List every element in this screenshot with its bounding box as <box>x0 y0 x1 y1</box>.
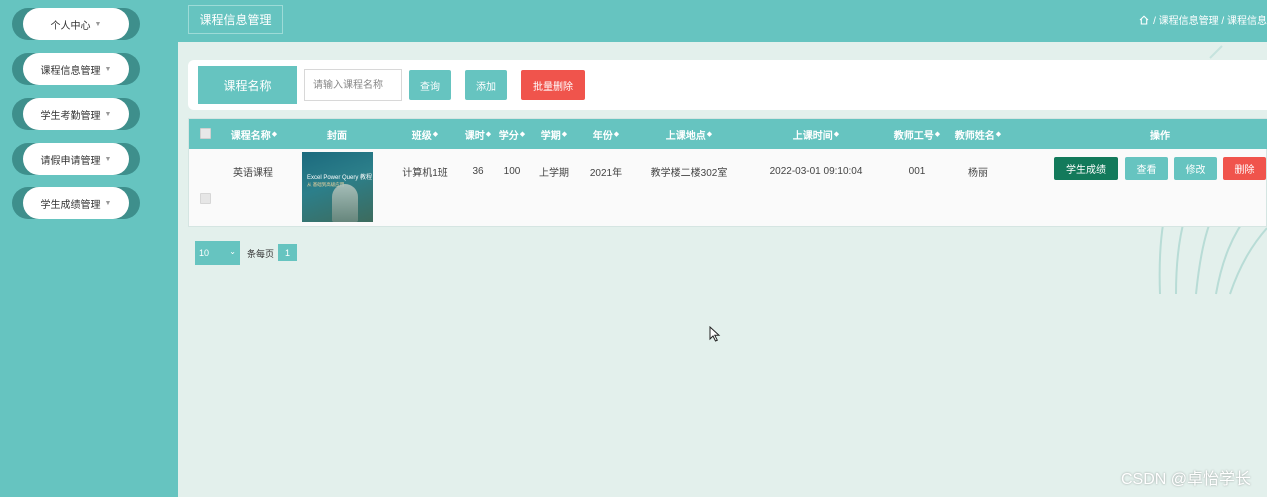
chevron-down-icon: ▼ <box>104 155 112 163</box>
course-table: 课程名称 ◆ 封面 班级 ◆ 课时 ◆ 学分 ◆ 学期 ◆ 年份 ◆ 上课地点 ◆ 上课时间 ◆… <box>188 118 1267 227</box>
batch-delete-button[interactable]: 批量删除 <box>521 70 585 100</box>
query-button[interactable]: 查询 <box>409 70 451 100</box>
tab-course-management[interactable]: 课程信息管理 <box>188 5 283 34</box>
cell-year: 2021年 <box>589 167 623 179</box>
column-header-class[interactable]: 班级 ◆ <box>412 119 438 149</box>
cell-class: 计算机1班 <box>402 167 448 179</box>
sort-icon: ◆ <box>271 131 278 138</box>
sort-icon: ◆ <box>706 131 713 138</box>
cover-figure <box>332 184 358 222</box>
sort-icon: ◆ <box>934 131 941 138</box>
select-all-checkbox[interactable] <box>200 128 211 139</box>
top-bar: 课程信息管理 / 课程信息管理 / 课程信息 <box>178 0 1267 42</box>
sidebar-item-label: 个人中心 <box>50 20 91 32</box>
column-header-actions: 操作 <box>1150 130 1170 142</box>
cover-title: Excel Power Query 教程 <box>307 175 373 181</box>
edit-button[interactable]: 修改 <box>1174 157 1217 180</box>
column-header-teacher-name[interactable]: 教师姓名 ◆ <box>955 119 1001 149</box>
sidebar-item-personal-center[interactable]: 个人中心 ▼ <box>12 8 140 40</box>
sidebar-item-label: 学生考勤管理 <box>40 110 101 122</box>
course-name-label: 课程名称 <box>198 66 297 104</box>
cell-credits: 100 <box>503 165 521 177</box>
chevron-down-icon: ▼ <box>104 110 112 118</box>
course-name-search-input[interactable] <box>304 69 402 101</box>
delete-button[interactable]: 删除 <box>1223 157 1266 180</box>
row-checkbox[interactable] <box>200 193 211 204</box>
sidebar-item-leave-management[interactable]: 请假申请管理 ▼ <box>12 143 140 175</box>
chevron-down-icon: ▼ <box>94 20 102 28</box>
chevron-down-icon: ▼ <box>104 199 112 207</box>
student-score-button[interactable]: 学生成绩 <box>1054 157 1118 180</box>
cell-teacher-name: 杨丽 <box>968 167 988 179</box>
column-header-cover: 封面 <box>327 130 347 142</box>
per-page-label: 条每页 <box>247 249 275 259</box>
sort-icon: ◆ <box>432 131 439 138</box>
cover-image[interactable]: Excel Power Query 教程 从 基础到高级应用 <box>302 152 373 222</box>
sidebar: 个人中心 ▼ 课程信息管理 ▼ 学生考勤管理 ▼ 请假申请管理 ▼ 学生成绩管理 ▼ <box>0 0 178 497</box>
home-icon[interactable] <box>1139 14 1149 25</box>
breadcrumb-text: / 课程信息管理 / 课程信息 <box>1153 16 1267 27</box>
view-button[interactable]: 查看 <box>1125 157 1168 180</box>
sort-icon: ◆ <box>833 131 840 138</box>
add-button[interactable]: 添加 <box>465 70 507 100</box>
cell-time: 2022-03-01 09:10:04 <box>769 165 863 177</box>
table-row: 英语课程 Excel Power Query 教程 从 基础到高级应用 计算机1… <box>189 149 1266 226</box>
cell-hours: 36 <box>472 165 484 177</box>
chevron-down-icon: ▼ <box>104 65 112 73</box>
page-number-button[interactable]: 1 <box>278 244 297 261</box>
column-header-time[interactable]: 上课时间 ◆ <box>793 119 839 149</box>
sort-icon: ◆ <box>519 131 526 138</box>
sidebar-item-course-management[interactable]: 课程信息管理 ▼ <box>12 53 140 85</box>
cell-course-name: 英语课程 <box>233 167 273 179</box>
sort-icon: ◆ <box>561 131 568 138</box>
sidebar-item-label: 请假申请管理 <box>40 155 101 167</box>
sort-icon: ◆ <box>995 131 1002 138</box>
breadcrumb: / 课程信息管理 / 课程信息 <box>1139 12 1267 27</box>
cell-semester: 上学期 <box>539 167 569 179</box>
sort-icon: ◆ <box>485 131 492 138</box>
page-size-value: 10 <box>199 248 210 258</box>
chevron-down-icon: ⌄ <box>229 247 236 256</box>
column-header-teacher-id[interactable]: 教师工号 ◆ <box>894 119 940 149</box>
cell-location: 教学楼二楼302室 <box>650 167 728 179</box>
column-header-year[interactable]: 年份 ◆ <box>593 119 619 149</box>
cell-teacher-id: 001 <box>908 165 926 177</box>
sort-icon: ◆ <box>613 131 620 138</box>
search-panel: 课程名称 查询 添加 批量删除 <box>188 60 1267 110</box>
table-header: 课程名称 ◆ 封面 班级 ◆ 课时 ◆ 学分 ◆ 学期 ◆ 年份 ◆ 上课地点 ◆ 上课时间 ◆… <box>189 119 1267 149</box>
sidebar-item-score-management[interactable]: 学生成绩管理 ▼ <box>12 187 140 219</box>
mouse-cursor-icon <box>709 326 721 342</box>
column-header-credits[interactable]: 学分 ◆ <box>499 119 525 149</box>
watermark: CSDN @卓怡学长 <box>1120 471 1251 488</box>
column-header-semester[interactable]: 学期 ◆ <box>541 119 567 149</box>
column-header-location[interactable]: 上课地点 ◆ <box>666 119 712 149</box>
column-header-hours[interactable]: 课时 ◆ <box>465 119 491 149</box>
page-size-select[interactable]: 10 ⌄ <box>195 241 240 265</box>
sidebar-item-label: 课程信息管理 <box>40 65 101 77</box>
sidebar-item-attendance-management[interactable]: 学生考勤管理 ▼ <box>12 98 140 130</box>
column-header-course-name[interactable]: 课程名称 ◆ <box>231 119 277 149</box>
sidebar-item-label: 学生成绩管理 <box>40 199 101 211</box>
